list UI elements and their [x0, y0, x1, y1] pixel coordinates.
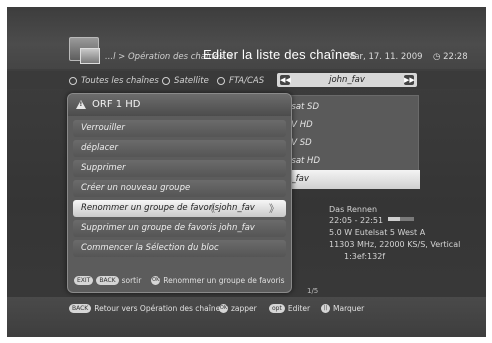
program-progress-bar [388, 217, 414, 221]
progress-fill [388, 217, 400, 221]
option-label: Supprimer un groupe de favoris [81, 223, 217, 233]
option-start-block-selection[interactable]: Commencer la Sélection du bloc [73, 240, 286, 257]
hint-back[interactable]: BACK Retour vers Opération des chaînes [69, 304, 224, 313]
hint-mark-label: Marquer [333, 304, 365, 313]
list-item[interactable]: nsat HD [278, 152, 420, 171]
filter-fta-radio[interactable]: FTA/CAS [217, 76, 264, 86]
channel-list-icon [69, 37, 100, 64]
filter-all-label: Toutes les chaînes [81, 76, 159, 86]
back-key-icon[interactable]: BACK [96, 276, 119, 285]
date-label: Mar, 17. 11. 2009 [347, 52, 423, 62]
list-item[interactable]: nsat SD [278, 98, 420, 117]
option-value: john_fav [219, 203, 255, 213]
radio-icon [217, 77, 225, 85]
hint-mark[interactable]: || Marquer [321, 304, 364, 313]
chevron-right-icon[interactable]: 》 [269, 201, 279, 218]
list-item[interactable]: TV HD [278, 116, 420, 135]
chevron-left-icon[interactable]: 《 [205, 201, 215, 218]
option-label: Supprimer [81, 163, 126, 173]
filter-all-radio[interactable]: Toutes les chaînes [69, 76, 159, 86]
dialog-title: ORF 1 HD [92, 99, 141, 110]
service-code: 1:3ef:132f [344, 252, 386, 261]
back-key-icon: BACK [69, 304, 92, 313]
option-label: Commencer la Sélection du bloc [81, 243, 219, 253]
option-move[interactable]: déplacer [73, 140, 286, 157]
option-delete[interactable]: Supprimer [73, 160, 286, 177]
page-indicator: 1/5 [307, 287, 319, 295]
program-time: 22:05 - 22:51 [329, 216, 384, 225]
channel-options-dialog: ORF 1 HD Verrouiller déplacer Supprimer … [67, 93, 292, 293]
opt-key-icon: opt [269, 304, 285, 313]
radio-icon [69, 77, 77, 85]
favorite-group-name: john_fav [329, 75, 365, 85]
hint-edit[interactable]: opt Editer [269, 304, 310, 313]
option-delete-favorite-group[interactable]: Supprimer un groupe de favoris john_fav [73, 220, 286, 237]
option-rename-favorite-group[interactable]: Renommer un groupe de favoris 《 john_fav… [73, 200, 286, 217]
radio-icon [162, 77, 170, 85]
exit-label: sortir [121, 276, 142, 285]
option-label: Créer un nouveau groupe [81, 183, 191, 193]
favorite-group-list: nsat SD TV HD TV SD nsat HD n_fav [277, 95, 420, 189]
option-value: john_fav [219, 223, 255, 233]
satellite-info: 5.0 W Eutelsat 5 West A [329, 228, 426, 237]
transponder-info: 11303 MHz, 22000 KS/S, Vertical [329, 240, 461, 249]
bottom-bar [7, 297, 486, 337]
list-item[interactable]: TV SD [278, 134, 420, 153]
hint-zap-label: zapper [231, 304, 257, 313]
dialog-footer: EXIT BACK sortir OK Renommer un groupe d… [74, 276, 285, 285]
dialog-header: ORF 1 HD [68, 94, 291, 116]
time-value: 22:28 [443, 52, 468, 62]
time-label: ◷ 22:28 [433, 52, 468, 62]
option-label: Renommer un groupe de favoris [81, 203, 220, 213]
filter-satellite-radio[interactable]: Satellite [162, 76, 209, 86]
option-create-group[interactable]: Créer un nouveau groupe [73, 180, 286, 197]
option-label: Verrouiller [81, 123, 125, 133]
hint-zap[interactable]: OK zapper [219, 304, 257, 313]
tv-screen: ...l > Opération des chaînes > Editer la… [7, 7, 486, 337]
exit-key-icon[interactable]: EXIT [74, 276, 94, 285]
clock-icon: ◷ [433, 52, 441, 62]
filter-satellite-label: Satellite [174, 76, 209, 86]
warning-icon [76, 100, 86, 109]
hint-back-label: Retour vers Opération des chaînes [94, 304, 225, 313]
ok-key-icon[interactable]: OK [151, 276, 161, 285]
page-title: Editer la liste des chaînes [203, 47, 357, 62]
list-item-selected[interactable]: n_fav [278, 170, 420, 189]
hint-edit-label: Editer [287, 304, 311, 313]
option-lock[interactable]: Verrouiller [73, 120, 286, 137]
filter-fta-label: FTA/CAS [229, 76, 265, 86]
rewind-left-icon[interactable]: ◀◀ [280, 75, 291, 85]
favorite-group-selector[interactable]: ◀◀ john_fav ▶▶ [277, 73, 417, 87]
program-name: Das Rennen [329, 205, 378, 214]
pause-key-icon: || [321, 304, 330, 313]
option-label: déplacer [81, 143, 118, 153]
ok-key-icon: OK [219, 304, 228, 313]
ok-label: Renommer un groupe de favoris [163, 276, 285, 285]
forward-right-icon[interactable]: ▶▶ [404, 75, 415, 85]
